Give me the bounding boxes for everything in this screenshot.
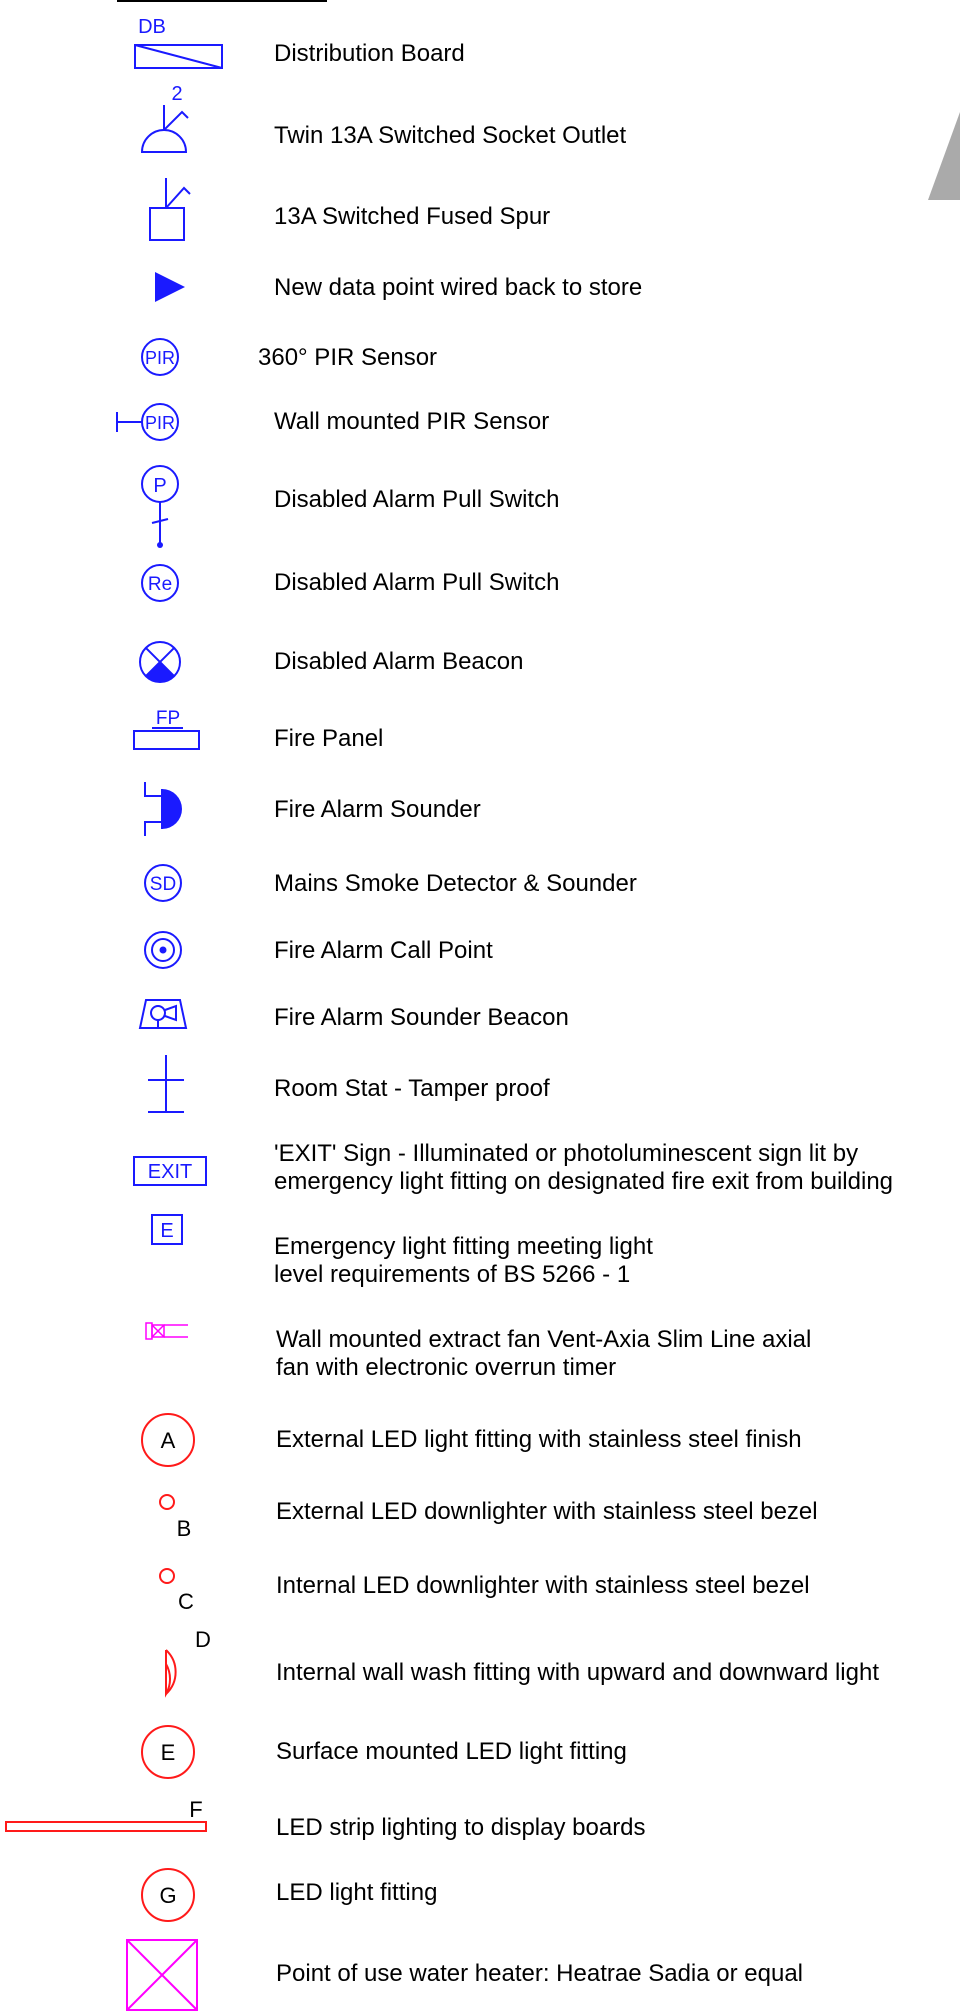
water-heater-icon [126, 1939, 198, 2011]
legend-label: Point of use water heater: Heatrae Sadia… [276, 1960, 803, 1987]
legend-row-water-heater: Point of use water heater: Heatrae Sadia… [0, 0, 960, 2016]
